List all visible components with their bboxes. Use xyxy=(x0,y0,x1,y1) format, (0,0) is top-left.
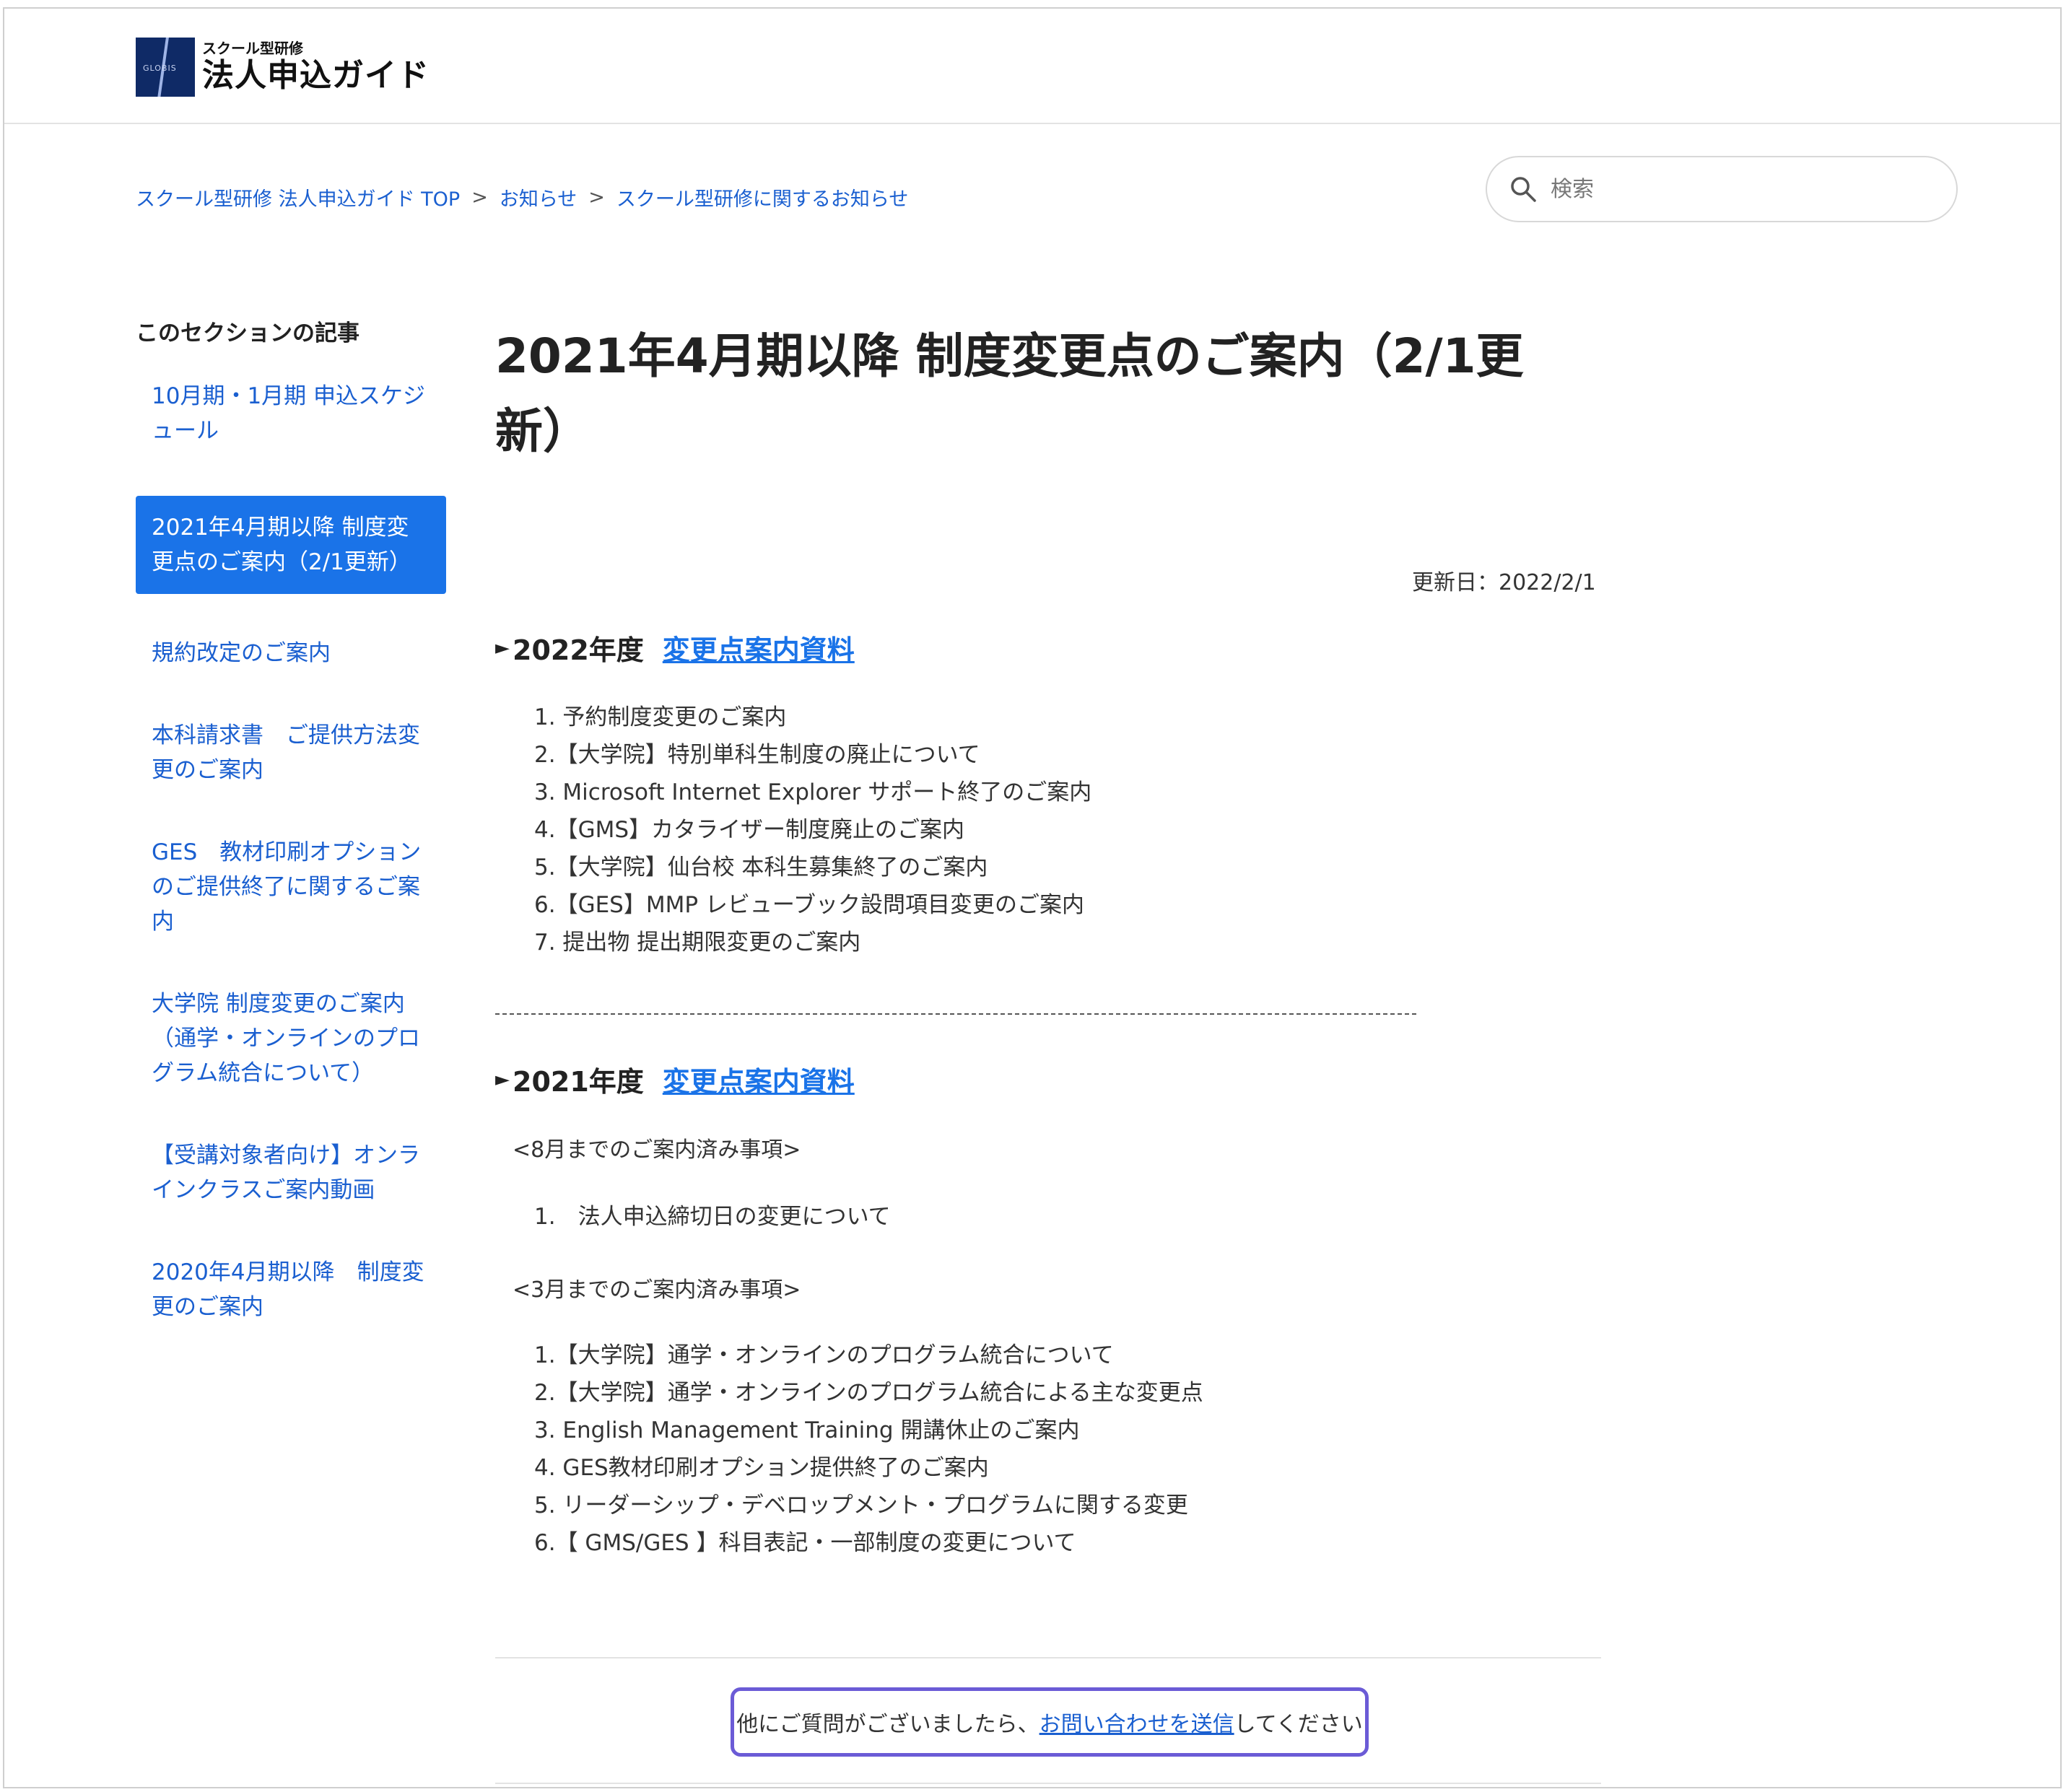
dashed-divider xyxy=(495,1013,1416,1015)
section-2021-heading: ► 2021年度 変更点案内資料 xyxy=(495,1059,855,1099)
section-2022-list: 1. 予約制度変更のご案内 2.【大学院】特別単科生制度の廃止について 3. M… xyxy=(534,699,1091,961)
page-frame: GLOBIS スクール型研修 法人申込ガイド スクール型研修 法人申込ガイド T… xyxy=(3,7,2062,1788)
triangle-right-icon: ► xyxy=(495,637,510,659)
section-2022-heading: ► 2022年度 変更点案内資料 xyxy=(495,628,855,668)
march-list: 1.【大学院】通学・オンラインのプログラム統合について 2.【大学院】通学・オン… xyxy=(534,1337,1203,1562)
breadcrumb-separator: > xyxy=(471,186,488,209)
updated-date: 更新日：2022/2/1 xyxy=(1412,570,1596,595)
list-item: 3. Microsoft Internet Explorer サポート終了のご案… xyxy=(534,779,1092,805)
list-item: 2.【大学院】通学・オンラインのプログラム統合による主な変更点 xyxy=(534,1380,1203,1406)
sidebar-item-ges-print[interactable]: GES 教材印刷オプションのご提供終了に関するご案内 xyxy=(136,835,446,939)
list-item: 5.【大学院】仙台校 本科生募集終了のご案内 xyxy=(534,855,988,880)
sidebar-title: このセクションの記事 xyxy=(136,320,359,346)
note-august: <8月までのご案内済み事項> xyxy=(513,1137,801,1163)
sidebar-item-terms[interactable]: 規約改定のご案内 xyxy=(136,636,446,670)
list-item: 2.【大学院】特別単科生制度の廃止について xyxy=(534,742,980,768)
section-2021-doc-link[interactable]: 変更点案内資料 xyxy=(663,1059,855,1099)
list-item: 1. 予約制度変更のご案内 xyxy=(534,704,787,730)
divider xyxy=(495,1783,1601,1784)
section-2022-doc-link[interactable]: 変更点案内資料 xyxy=(663,628,855,668)
list-item: 6.【 GMS/GES 】科目表記・一部制度の変更について xyxy=(534,1530,1076,1556)
logo-title: 法人申込ガイド xyxy=(202,57,430,94)
breadcrumb-separator: > xyxy=(588,186,605,209)
site-logo[interactable]: GLOBIS スクール型研修 法人申込ガイド xyxy=(136,38,430,97)
logo-subtitle: スクール型研修 xyxy=(202,40,303,57)
list-item: 1.【大学院】通学・オンラインのプログラム統合について xyxy=(534,1342,1114,1368)
globis-logo-icon: GLOBIS xyxy=(136,38,195,97)
submit-request-link[interactable]: お問い合わせを送信 xyxy=(1039,1706,1234,1738)
sidebar-item-grad-school[interactable]: 大学院 制度変更のご案内（通学・オンラインのプログラム統合について） xyxy=(136,987,446,1091)
section-2022-year: 2022年度 xyxy=(513,634,644,666)
contact-suffix: してください xyxy=(1234,1712,1363,1737)
logo-text: スクール型研修 法人申込ガイド xyxy=(202,40,430,95)
article-title: 2021年4月期以降 制度変更点のご案内（2/1更新） xyxy=(495,328,1524,459)
search-icon xyxy=(1511,177,1536,202)
sidebar-item-2020-changes[interactable]: 2020年4月期以降 制度変更のご案内 xyxy=(136,1255,446,1324)
note-march: <3月までのご案内済み事項> xyxy=(513,1277,801,1303)
contact-prompt: 他にご質問がございましたら、 お問い合わせを送信 してください xyxy=(731,1687,1369,1757)
sidebar-item-online-video[interactable]: 【受講対象者向け】オンラインクラスご案内動画 xyxy=(136,1138,446,1207)
section-2021-year: 2021年度 xyxy=(513,1066,644,1098)
search-input[interactable] xyxy=(1551,176,1940,202)
sidebar-item-current-article[interactable]: 2021年4月期以降 制度変更点のご案内（2/1更新） xyxy=(136,496,446,594)
section-sidebar: このセクションの記事 10月期・1月期 申込スケジュール 2021年4月期以降 … xyxy=(136,315,446,1372)
breadcrumb-item-top[interactable]: スクール型研修 法人申込ガイド TOP xyxy=(136,183,460,211)
contact-prefix: 他にご質問がございましたら、 xyxy=(736,1712,1039,1737)
august-list: 1. 法人申込締切日の変更について xyxy=(534,1198,891,1236)
list-item: 6.【GES】MMP レビューブック設問項目変更のご案内 xyxy=(534,892,1085,918)
breadcrumb: スクール型研修 法人申込ガイド TOP > お知らせ > スクール型研修に関する… xyxy=(136,183,908,211)
list-item: 4. GES教材印刷オプション提供終了のご案内 xyxy=(534,1455,989,1481)
list-item: 7. 提出物 提出期限変更のご案内 xyxy=(534,930,861,956)
site-header: GLOBIS スクール型研修 法人申込ガイド xyxy=(4,9,2060,124)
search-box[interactable] xyxy=(1486,156,1958,222)
list-item: 4.【GMS】カタライザー制度廃止のご案内 xyxy=(534,817,965,843)
article-body: 2021年4月期以降 制度変更点のご案内（2/1更新） 更新日：2022/2/1… xyxy=(495,319,1601,1784)
sidebar-item-schedule[interactable]: 10月期・1月期 申込スケジュール xyxy=(136,379,446,448)
sidebar-item-invoice[interactable]: 本科請求書 ご提供方法変更のご案内 xyxy=(136,718,446,787)
list-item: 3. English Management Training 開講休止のご案内 xyxy=(534,1417,1080,1443)
divider xyxy=(495,1657,1601,1658)
list-item: 1. 法人申込締切日の変更について xyxy=(534,1204,891,1230)
list-item: 5. リーダーシップ・デベロップメント・プログラムに関する変更 xyxy=(534,1492,1188,1518)
breadcrumb-item-news[interactable]: お知らせ xyxy=(500,183,577,211)
triangle-right-icon: ► xyxy=(495,1068,510,1091)
breadcrumb-item-school-news[interactable]: スクール型研修に関するお知らせ xyxy=(616,183,908,211)
